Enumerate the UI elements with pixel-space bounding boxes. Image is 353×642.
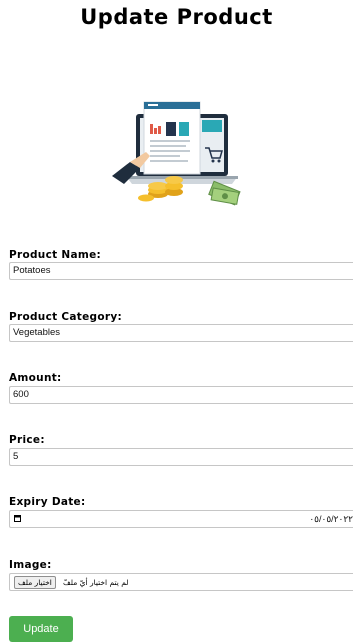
product-category-input[interactable]: Vegetables xyxy=(9,324,353,342)
page-title: Update Product xyxy=(80,5,273,29)
amount-label: Amount: xyxy=(9,372,62,384)
expiry-date-input[interactable]: ٠٥/٠٥/٢٠٢٢ xyxy=(9,510,353,528)
product-name-input[interactable]: Potatoes xyxy=(9,262,353,280)
file-status-text: لم يتم اختيار أيّ ملفّ xyxy=(63,578,129,587)
image-file-input[interactable]: اختيار ملف لم يتم اختيار أيّ ملفّ xyxy=(9,573,353,591)
product-category-label: Product Category: xyxy=(9,311,122,323)
price-label: Price: xyxy=(9,434,45,446)
price-input[interactable]: 5 xyxy=(9,448,353,466)
choose-file-button[interactable]: اختيار ملف xyxy=(14,576,56,589)
product-name-label: Product Name: xyxy=(9,249,102,261)
update-button[interactable]: Update xyxy=(9,616,73,642)
image-label: Image: xyxy=(9,559,52,571)
laptop-ecommerce-illustration xyxy=(112,101,241,206)
calendar-icon[interactable] xyxy=(14,515,21,522)
expiry-date-label: Expiry Date: xyxy=(9,496,86,508)
expiry-date-value: ٠٥/٠٥/٢٠٢٢ xyxy=(309,514,353,524)
amount-input[interactable]: 600 xyxy=(9,386,353,404)
